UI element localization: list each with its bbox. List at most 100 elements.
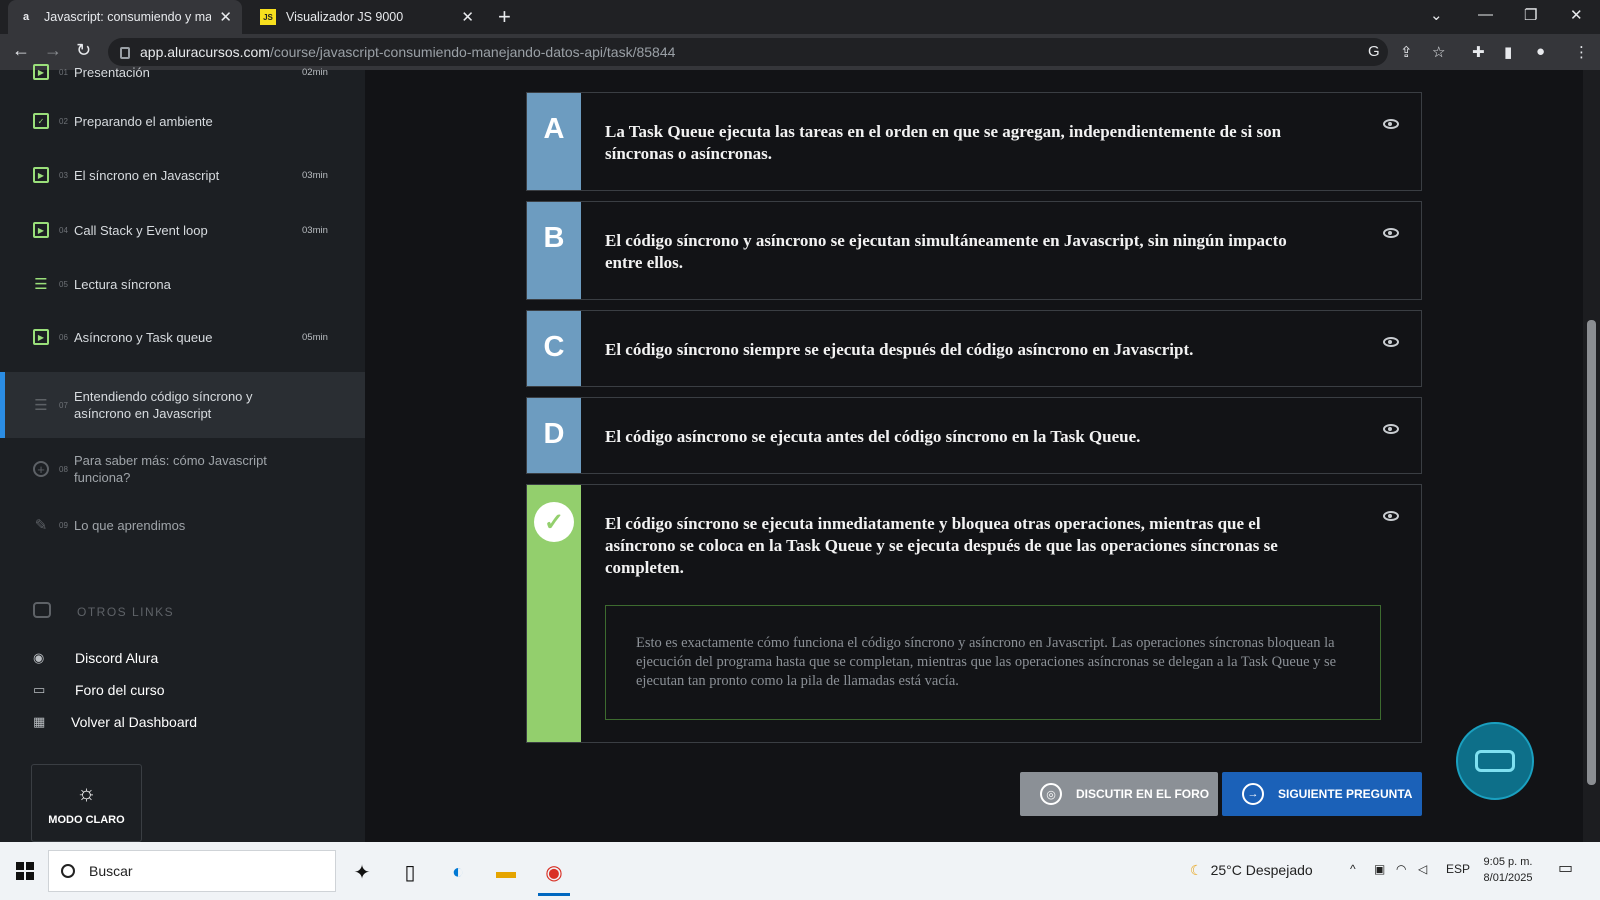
copilot-icon[interactable]: ✦ <box>342 852 382 892</box>
eye-icon[interactable] <box>1383 424 1399 434</box>
sidepanel-icon[interactable]: ▮ <box>1504 43 1512 61</box>
answer-text: El código síncrono se ejecuta inmediatam… <box>605 514 1278 577</box>
lesson-name: Lo que aprendimos <box>74 517 186 533</box>
scrollbar-thumb[interactable] <box>1587 320 1596 785</box>
window-close-icon[interactable]: ✕ <box>1570 6 1583 24</box>
link-label: Discord Alura <box>75 650 159 666</box>
notifications-icon[interactable]: ▭ <box>1558 858 1573 878</box>
close-icon[interactable]: ✕ <box>219 8 232 26</box>
lesson-number: 03 <box>59 170 68 180</box>
back-icon[interactable]: ← <box>12 40 30 61</box>
taskbar-search[interactable]: Buscar <box>48 850 336 892</box>
lesson-name: Para saber más: cómo Javascript funciona… <box>74 453 267 485</box>
chevron-down-icon[interactable]: ⌄ <box>1430 6 1443 24</box>
answer-option-c[interactable]: C El código síncrono siempre se ejecuta … <box>526 310 1422 387</box>
folder-icon[interactable]: ▬ <box>486 852 526 892</box>
chrome-icon[interactable]: ◉ <box>534 852 574 896</box>
chat-bot-button[interactable] <box>1456 722 1534 800</box>
extensions-icon[interactable]: ✚ <box>1472 43 1485 61</box>
modo-claro-button[interactable]: ☼ MODO CLARO <box>31 764 142 842</box>
minimize-icon[interactable]: — <box>1478 6 1493 23</box>
check-icon: ✓ <box>534 502 574 542</box>
tray-chevron-icon[interactable]: ^ <box>1350 862 1356 876</box>
eye-icon[interactable] <box>1383 511 1399 521</box>
lesson-number: 07 <box>59 400 68 410</box>
profile-icon[interactable]: ● <box>1536 43 1545 60</box>
answer-text: El código síncrono y asíncrono se ejecut… <box>605 231 1287 272</box>
wifi-icon[interactable]: ◠ <box>1396 862 1406 876</box>
js-favicon-icon: JS <box>260 9 276 25</box>
answer-option-d[interactable]: D El código asíncrono se ejecuta antes d… <box>526 397 1422 474</box>
discutir-foro-button[interactable]: ◎ DISCUTIR EN EL FORO <box>1020 772 1218 816</box>
url-host: app.aluracursos.com <box>140 44 270 60</box>
page-content: ▶ 01 Presentación 02min ✓ 02 Preparando … <box>0 64 1600 842</box>
clock-date: 8/01/2025 <box>1483 872 1533 884</box>
windows-start-icon[interactable] <box>16 862 34 880</box>
eye-icon[interactable] <box>1383 119 1399 129</box>
lesson-item[interactable]: ▶ 06 Asíncrono y Task queue 05min <box>0 322 365 352</box>
new-tab-icon[interactable]: + <box>498 4 511 30</box>
discord-link[interactable]: ◉ Discord Alura <box>33 650 158 666</box>
browser-tab-visualizador[interactable]: JS Visualizador JS 9000 ✕ <box>250 0 484 34</box>
answer-text: El código síncrono siempre se ejecuta de… <box>605 340 1194 359</box>
close-icon[interactable]: ✕ <box>461 8 474 26</box>
lesson-item[interactable]: + 08 Para saber más: cómo Javascript fun… <box>0 446 365 492</box>
browser-tab-alura[interactable]: a Javascript: consumiendo y manej ✕ <box>8 0 242 34</box>
list-icon: ☰ <box>34 397 48 414</box>
answer-option-b[interactable]: B El código síncrono y asíncrono se ejec… <box>526 201 1422 300</box>
answer-letter: D <box>527 398 581 473</box>
eye-icon[interactable] <box>1383 228 1399 238</box>
video-icon: ▶ <box>33 167 49 183</box>
chat-icon: ▭ <box>33 682 46 697</box>
lesson-item[interactable]: ▶ 03 El síncrono en Javascript 03min <box>0 160 365 190</box>
file-icon[interactable]: ▯ <box>390 852 430 892</box>
lesson-item[interactable]: ☰ 05 Lectura síncrona <box>0 269 365 299</box>
volume-icon[interactable]: ◁ <box>1418 862 1427 876</box>
foro-link[interactable]: ▭ Foro del curso <box>33 682 164 698</box>
plus-circle-icon: + <box>33 461 49 477</box>
weather-widget[interactable]: ☾ 25°C Despejado <box>1190 862 1313 879</box>
page-scrollbar[interactable] <box>1583 70 1600 842</box>
meet-icon[interactable]: ▣ <box>1374 862 1385 876</box>
lesson-number: 02 <box>59 116 68 126</box>
moon-icon: ☾ <box>1190 862 1203 878</box>
lesson-name: Asíncrono y Task queue <box>74 329 213 345</box>
answer-option-correct[interactable]: ✓ El código síncrono se ejecuta inmediat… <box>526 484 1422 743</box>
answer-explanation: Esto es exactamente cómo funciona el cód… <box>605 605 1381 720</box>
link-label: Foro del curso <box>75 682 165 698</box>
answer-option-a[interactable]: A La Task Queue ejecuta las tareas en el… <box>526 92 1422 191</box>
reload-icon[interactable]: ↻ <box>76 40 91 61</box>
answer-letter: C <box>527 311 581 386</box>
course-sidebar: ▶ 01 Presentación 02min ✓ 02 Preparando … <box>0 64 365 842</box>
lesson-duration: 03min <box>302 169 328 181</box>
google-icon[interactable]: G <box>1368 43 1380 60</box>
share-icon[interactable]: ⇪ <box>1400 43 1413 61</box>
star-icon[interactable]: ☆ <box>1432 43 1445 61</box>
links-icon <box>33 602 51 618</box>
discord-icon: ◉ <box>33 650 45 665</box>
lesson-item[interactable]: ▶ 04 Call Stack y Event loop 03min <box>0 215 365 245</box>
menu-icon[interactable]: ⋮ <box>1574 43 1589 61</box>
lesson-item[interactable]: ▶ 01 Presentación 02min <box>0 62 365 82</box>
vr-mask-icon <box>1475 750 1515 772</box>
dashboard-icon: ▦ <box>33 714 46 729</box>
search-placeholder: Buscar <box>89 863 133 879</box>
taskbar-clock[interactable]: 9:05 p. m. 8/01/2025 <box>1478 854 1538 886</box>
language-indicator[interactable]: ESP <box>1446 862 1470 876</box>
sun-icon: ☼ <box>76 780 97 805</box>
video-icon: ▶ <box>33 64 49 80</box>
lesson-item[interactable]: ✓ 02 Preparando el ambiente <box>0 106 365 136</box>
edge-icon[interactable]: ◐ <box>438 852 478 892</box>
restore-icon[interactable]: ❐ <box>1524 6 1537 24</box>
otros-links-heading: OTROS LINKS <box>77 605 175 619</box>
siguiente-pregunta-button[interactable]: → SIGUIENTE PREGUNTA <box>1222 772 1422 816</box>
eye-icon[interactable] <box>1383 337 1399 347</box>
lesson-item-current[interactable]: ☰ 07 Entendiendo código síncrono y asínc… <box>0 372 365 438</box>
answer-letter: A <box>527 93 581 190</box>
dashboard-link[interactable]: ▦ Volver al Dashboard <box>33 714 197 730</box>
lesson-name: Presentación <box>74 64 150 80</box>
forward-icon[interactable]: → <box>44 40 62 61</box>
lesson-item[interactable]: ✎ 09 Lo que aprendimos <box>0 510 365 540</box>
lesson-number: 04 <box>59 225 68 235</box>
browser-tabstrip: a Javascript: consumiendo y manej ✕ JS V… <box>0 0 1600 34</box>
